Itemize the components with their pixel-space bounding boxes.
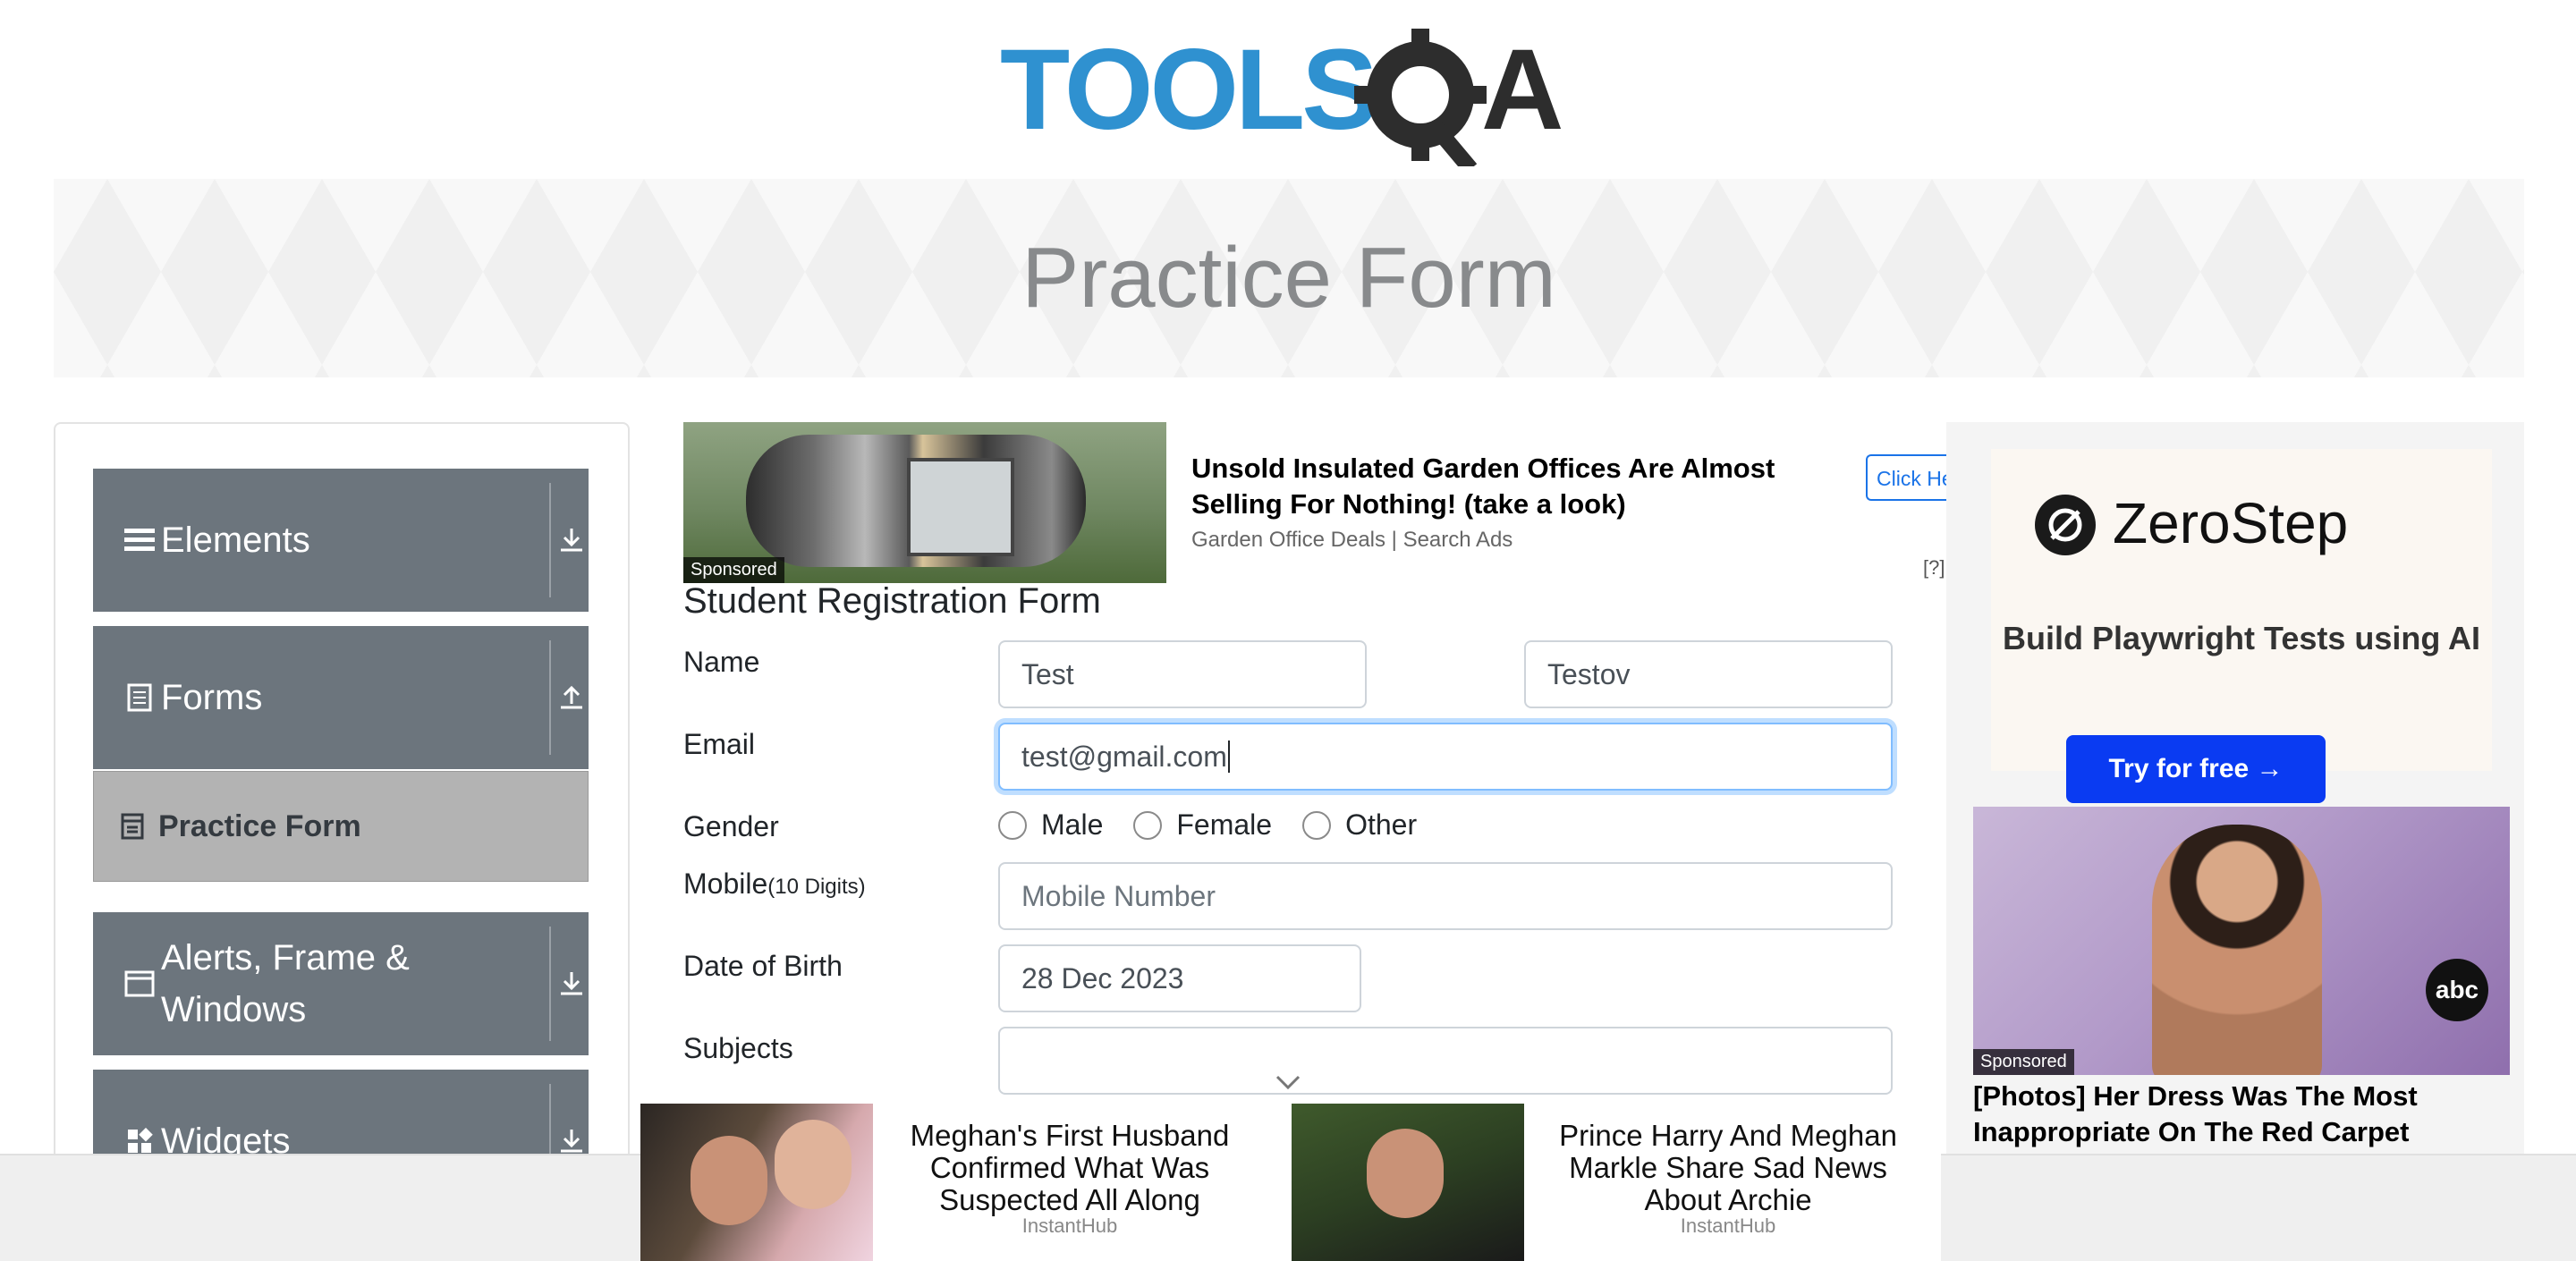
radio-label[interactable]: Male xyxy=(1041,808,1103,842)
ad-source: Garden Office Deals | Search Ads xyxy=(1191,528,1513,552)
bottom-ad-title-1[interactable]: Meghan's First Husband Confirmed What Wa… xyxy=(873,1120,1267,1216)
sidebar: Elements Forms Practice Form Alerts, Fra… xyxy=(54,422,630,1191)
email-input[interactable]: test@gmail.com xyxy=(998,723,1893,791)
mobile-label: Mobile(10 Digits) xyxy=(683,867,866,901)
window-icon xyxy=(123,968,156,1000)
person-head xyxy=(691,1136,767,1225)
email-label: Email xyxy=(683,728,756,760)
text-caret xyxy=(1227,741,1230,773)
svg-text:TOOLS: TOOLS xyxy=(1000,26,1375,154)
radio-circle[interactable] xyxy=(998,810,1027,840)
upload-arrow-icon[interactable] xyxy=(555,626,589,769)
pod-door xyxy=(907,458,1014,556)
mobile-hint: (10 Digits) xyxy=(767,875,866,899)
zerostep-brand: ZeroStep xyxy=(2113,491,2349,555)
sidebar-group-forms[interactable]: Forms xyxy=(93,626,589,769)
bottom-ad-image-2[interactable] xyxy=(1292,1104,1524,1261)
sidebar-group-label: Forms xyxy=(161,678,263,717)
radio-circle[interactable] xyxy=(1302,810,1332,840)
last-name-input[interactable]: Testov xyxy=(1524,640,1893,708)
sidebar-group-alerts[interactable]: Alerts, Frame & Windows xyxy=(93,912,589,1055)
ad-cta-button[interactable]: Click He xyxy=(1866,454,1953,501)
divider xyxy=(549,483,551,597)
bottom-ad-source-1: InstantHub xyxy=(1021,1214,1118,1237)
zerostep-ad[interactable]: ZeroStep Build Playwright Tests using AI… xyxy=(1991,449,2492,803)
form-title: Student Registration Form xyxy=(683,581,1101,621)
bottom-ad-image-1[interactable] xyxy=(640,1104,873,1261)
document-icon xyxy=(123,681,156,714)
form-icon xyxy=(121,813,146,840)
zerostep-tagline: Build Playwright Tests using AI xyxy=(2002,620,2481,656)
mobile-label-text: Mobile xyxy=(683,867,768,900)
radio-label[interactable]: Female xyxy=(1176,808,1272,842)
ad-title[interactable]: Unsold Insulated Garden Offices Are Almo… xyxy=(1191,451,1835,522)
sponsored-label: Sponsored xyxy=(683,557,784,583)
person-head xyxy=(775,1120,852,1209)
ad-info-link[interactable]: [?] xyxy=(1923,556,1945,580)
zerostep-logo-icon xyxy=(2035,495,2096,555)
sidebar-group-label: Elements xyxy=(161,520,310,560)
person-photo xyxy=(2152,825,2322,1075)
person-head xyxy=(1367,1129,1444,1218)
menu-lines-icon xyxy=(123,524,156,556)
gender-radio-male[interactable]: Male xyxy=(998,808,1103,842)
abc-logo: abc xyxy=(2426,959,2488,1021)
svg-text:A: A xyxy=(1481,26,1563,154)
gender-label: Gender xyxy=(683,810,779,842)
name-label: Name xyxy=(683,646,760,678)
sidebar-item-practice-form[interactable]: Practice Form xyxy=(93,771,589,882)
email-value: test@gmail.com xyxy=(1021,740,1227,773)
gender-radio-female[interactable]: Female xyxy=(1133,808,1272,842)
top-ad[interactable]: Sponsored Unsold Insulated Garden Office… xyxy=(683,422,1953,583)
page-title: Practice Form xyxy=(1021,230,1556,326)
try-for-free-button[interactable]: Try for free → xyxy=(2066,735,2326,803)
gender-radio-other[interactable]: Other xyxy=(1302,808,1417,842)
sidebar-item-label: Practice Form xyxy=(158,808,361,843)
ad-image[interactable]: Sponsored xyxy=(683,422,1166,583)
radio-circle[interactable] xyxy=(1133,810,1163,840)
dob-label: Date of Birth xyxy=(683,950,843,982)
page-banner: Practice Form xyxy=(54,179,2524,377)
sponsored-label: Sponsored xyxy=(1973,1049,2074,1075)
bottom-ad-source-2: InstantHub xyxy=(1680,1214,1776,1237)
sidebar-group-elements[interactable]: Elements xyxy=(93,469,589,612)
logo-graphic: TOOLS A xyxy=(1000,26,1563,174)
widgets-icon xyxy=(123,1125,156,1157)
bottom-ad-title-2[interactable]: Prince Harry And Meghan Markle Share Sad… xyxy=(1531,1120,1925,1216)
divider xyxy=(549,640,551,755)
divider xyxy=(549,927,551,1041)
mobile-input[interactable]: Mobile Number xyxy=(998,862,1893,930)
photo-ad-title[interactable]: [Photos] Her Dress Was The Most Inapprop… xyxy=(1973,1079,2510,1150)
toolsqa-logo[interactable]: TOOLS A xyxy=(1000,23,1581,174)
subjects-label: Subjects xyxy=(683,1032,793,1064)
radio-label[interactable]: Other xyxy=(1345,808,1417,842)
photo-ad-image[interactable]: abc Sponsored xyxy=(1973,807,2510,1075)
download-arrow-icon[interactable] xyxy=(555,912,589,1055)
gender-radio-group: Male Female Other xyxy=(998,808,1447,842)
right-ad[interactable]: ZeroStep Build Playwright Tests using AI… xyxy=(1946,422,2524,1191)
dob-input[interactable]: 28 Dec 2023 xyxy=(998,944,1361,1012)
sidebar-group-label: Alerts, Frame & Windows xyxy=(161,938,410,1029)
download-arrow-icon[interactable] xyxy=(555,469,589,612)
subjects-input[interactable] xyxy=(998,1027,1893,1095)
bottom-ad[interactable]: Meghan's First Husband Confirmed What Wa… xyxy=(640,1104,1941,1261)
first-name-input[interactable]: Test xyxy=(998,640,1367,708)
chevron-down-icon[interactable] xyxy=(1274,1073,1302,1091)
